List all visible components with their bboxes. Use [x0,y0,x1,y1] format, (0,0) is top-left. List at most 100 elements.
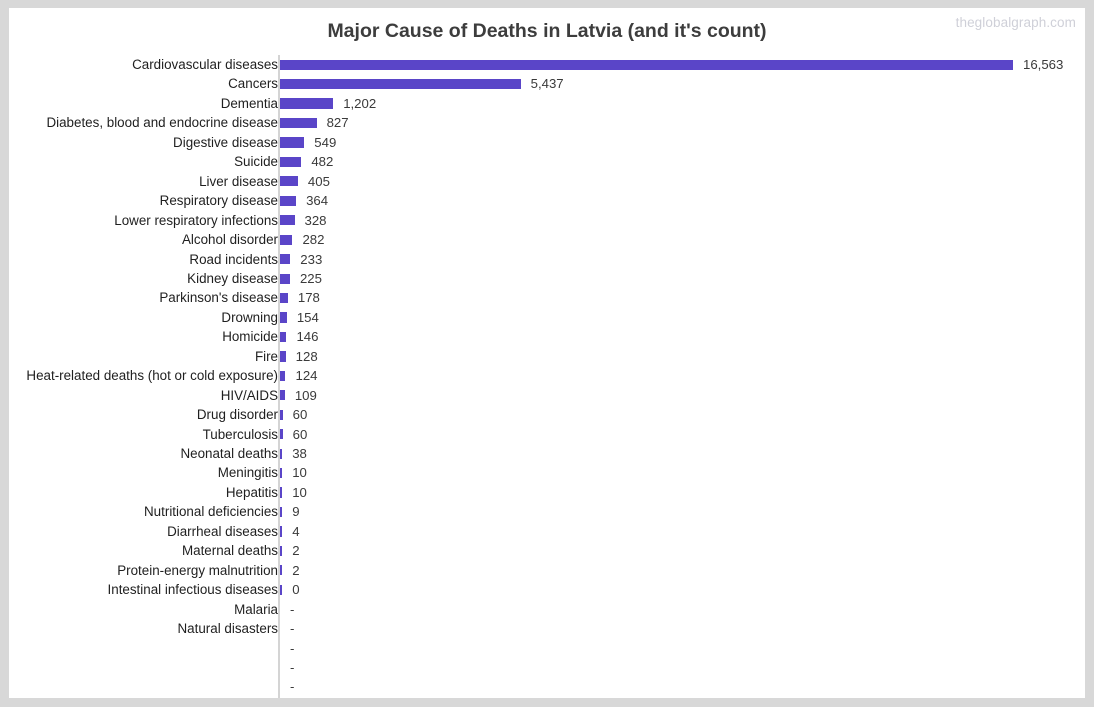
bar-row: - [9,658,1085,677]
bar [280,545,283,557]
bar [280,59,1013,70]
bar [280,565,283,576]
value-label: 5,437 [530,76,564,92]
value-label: 364 [306,193,329,209]
category-label: Lower respiratory infections [114,212,278,228]
bar [280,176,298,187]
value-label: 124 [295,368,318,384]
bar-row: Natural disasters - [9,619,1085,638]
bar-row: Meningitis 10 [9,463,1085,482]
category-label: Meningitis [217,465,278,481]
category-label: Kidney disease [187,270,278,286]
bar-row: Hepatitis 10 [9,483,1085,502]
bar-row: Lower respiratory infections 328 [9,211,1085,230]
value-label: 16,563 [1023,57,1064,72]
value-label: 549 [314,134,337,150]
value-label: 10 [292,465,307,481]
bar [280,292,288,304]
value-label: 178 [297,290,320,306]
value-label: 1,202 [343,95,377,111]
bar [280,79,521,90]
category-label: Hepatitis [225,484,278,500]
bar-row: Cancers 5,437 [9,74,1085,93]
category-label: Natural disasters [177,621,278,637]
bar-row: Diabetes, blood and endocrine disease 827 [9,113,1085,132]
bar [280,506,283,518]
category-label: Road incidents [189,251,278,267]
bar-chart-plot-area: Cardiovascular diseases 16,563 Cancers 5,43… [9,55,1085,698]
bar-row: Alcohol disorder 282 [9,230,1085,249]
category-label: Diabetes, blood and endocrine disease [46,115,278,131]
value-label: 328 [304,212,327,228]
bar [280,117,317,129]
bar [280,526,283,537]
value-label: 109 [294,387,317,403]
chart-canvas: theglobalgraph.com Major Cause of Deaths… [9,8,1085,698]
bar-row: Digestive disease 549 [9,133,1085,152]
bar-row: Diarrheal diseases 4 [9,522,1085,541]
category-label: Cancers [228,76,278,92]
bar-row: Drug disorder 60 [9,405,1085,424]
bar [280,98,334,109]
bar-row: Maternal deaths 2 [9,541,1085,560]
value-label: 9 [292,504,300,520]
category-label: Suicide [234,154,278,170]
chart-title: Major Cause of Deaths in Latvia (and it'… [327,20,767,42]
bar [280,254,291,265]
bar-row: Respiratory disease 364 [9,191,1085,210]
bar-row: Liver disease 405 [9,172,1085,191]
value-label: - [290,640,295,656]
bar [280,215,295,226]
bar-row: HIV/AIDS 109 [9,386,1085,405]
value-label: 282 [302,232,325,248]
bar-row: Neonatal deaths 38 [9,444,1085,463]
category-label: Drug disorder [196,407,278,423]
bar [280,351,286,362]
bar [280,390,285,401]
category-label: Malaria [234,601,278,617]
bar-row: Protein-energy malnutrition 2 [9,561,1085,580]
bar-row: - [9,639,1085,658]
bar [280,409,283,420]
bar [280,448,283,459]
bar-row: Parkinson's disease 178 [9,288,1085,307]
bar [280,487,283,498]
value-label: 0 [292,582,300,598]
value-label: 146 [296,329,319,345]
bar-row: Malaria - [9,600,1085,619]
value-label: 60 [292,426,308,442]
value-label: 827 [326,115,349,131]
bar [280,370,286,381]
bar-row: Cardiovascular diseases 16,563 [9,55,1085,74]
bar [280,273,290,284]
bar-row: Drowning 154 [9,308,1085,327]
value-label: 233 [300,251,323,267]
value-label: 128 [295,348,318,364]
bar-row: Dementia 1,202 [9,94,1085,113]
bar [280,468,283,479]
bar-row: Road incidents 233 [9,250,1085,269]
category-label: Neonatal deaths [180,446,278,461]
bar [280,156,302,168]
value-label: 2 [292,543,300,559]
category-label: Diarrheal diseases [167,523,278,539]
category-label: Dementia [220,95,278,111]
category-label: Drowning [221,309,278,325]
bar-row: Intestinal infectious diseases 0 [9,580,1085,599]
bar-row: Tuberculosis 60 [9,425,1085,444]
category-label: Heat-related deaths (hot or cold exposur… [26,368,278,384]
category-label: Cardiovascular diseases [132,57,278,72]
value-label: 154 [296,309,319,325]
category-label: Parkinson's disease [159,290,278,306]
bar [280,195,297,206]
category-label: Digestive disease [173,134,278,150]
bar [280,429,283,440]
bar-row: Nutritional deficiencies 9 [9,502,1085,521]
value-label: 10 [292,484,307,500]
bar-row: Kidney disease 225 [9,269,1085,288]
category-label: Fire [254,348,278,364]
value-label: 38 [292,446,307,461]
category-label: Respiratory disease [159,193,278,209]
category-label: Alcohol disorder [181,232,278,248]
bar [280,331,287,343]
